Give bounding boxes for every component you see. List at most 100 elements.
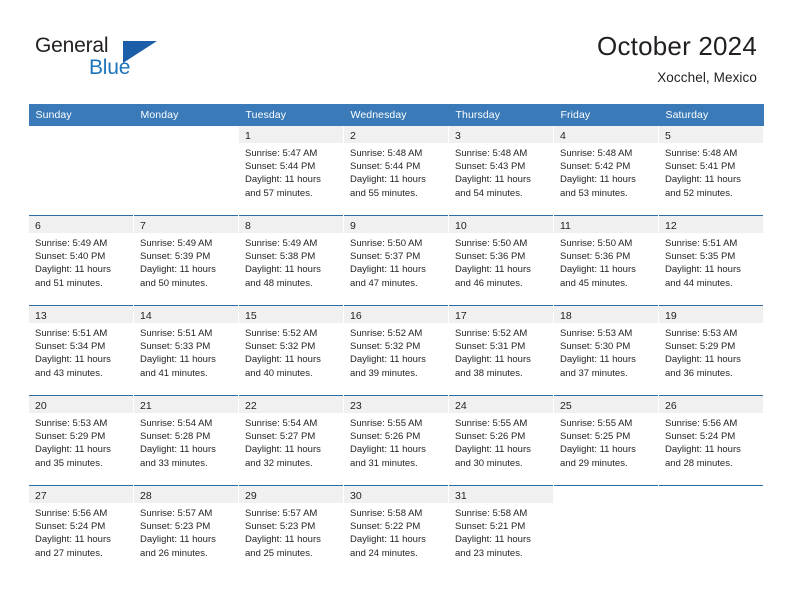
calendar-day-cell[interactable]: 4 Sunrise: 5:48 AM Sunset: 5:42 PM Daylight… [553,126,659,216]
sunrise-time: Sunrise: 5:58 AM [350,508,423,519]
sunset-time: Sunset: 5:44 PM [350,161,421,173]
daylight-duration-line2: and 41 minutes. [140,367,208,379]
sunset-time: Sunset: 5:26 PM [455,431,526,443]
calendar-day-cell[interactable]: 2 Sunrise: 5:48 AM Sunset: 5:44 PM Daylight… [343,126,449,216]
daylight-duration-line2: and 33 minutes. [140,457,208,469]
sunset-time: Sunset: 5:29 PM [665,341,736,353]
calendar-day-cell[interactable]: 12 Sunrise: 5:51 AM Sunset: 5:35 PM Dayligh… [658,215,764,306]
calendar-day-cell[interactable]: 13 Sunrise: 5:51 AM Sunset: 5:34 PM Dayligh… [28,305,134,396]
calendar-day-cell[interactable]: 17 Sunrise: 5:52 AM Sunset: 5:31 PM Dayligh… [448,305,554,396]
calendar-table: Sunday Monday Tuesday Wednesday Thursday… [28,104,764,575]
sunrise-time: Sunrise: 5:51 AM [140,328,213,339]
day-number-band: 26 [659,396,763,413]
daylight-duration-line1: Daylight: 11 hours [35,534,111,546]
daylight-duration-line2: and 43 minutes. [35,367,103,379]
day-cell-content: 28 Sunrise: 5:57 AM Sunset: 5:23 PM Dayligh… [134,486,238,575]
daylight-duration-line1: Daylight: 11 hours [140,534,216,546]
calendar-day-cell[interactable]: 24 Sunrise: 5:55 AM Sunset: 5:26 PM Dayligh… [448,395,554,486]
sunrise-time: Sunrise: 5:55 AM [350,418,423,429]
general-blue-logo[interactable]: General Blue [35,34,215,86]
day-number: 28 [140,490,152,502]
day-number-band [659,486,763,503]
sunrise-time: Sunrise: 5:48 AM [455,148,528,159]
day-number-band [134,126,238,143]
day-number: 27 [35,490,47,502]
day-cell-content: 26 Sunrise: 5:56 AM Sunset: 5:24 PM Dayligh… [659,396,763,485]
day-sun-info: Sunrise: 5:50 AM Sunset: 5:36 PM Daylight:… [554,233,658,290]
calendar-day-cell[interactable]: 1 Sunrise: 5:47 AM Sunset: 5:44 PM Daylight… [238,126,344,216]
sunset-time: Sunset: 5:35 PM [665,251,736,263]
sunset-time: Sunset: 5:36 PM [455,251,526,263]
sunrise-time: Sunrise: 5:55 AM [560,418,633,429]
day-number: 14 [140,310,152,322]
day-sun-info: Sunrise: 5:48 AM Sunset: 5:43 PM Daylight:… [449,143,553,200]
day-number-band: 31 [449,486,553,503]
day-number-band: 24 [449,396,553,413]
day-sun-info: Sunrise: 5:56 AM Sunset: 5:24 PM Daylight:… [29,503,133,560]
sunset-time: Sunset: 5:43 PM [455,161,526,173]
calendar-day-cell[interactable]: 18 Sunrise: 5:53 AM Sunset: 5:30 PM Dayligh… [553,305,659,396]
calendar-day-cell[interactable]: 14 Sunrise: 5:51 AM Sunset: 5:33 PM Dayligh… [133,305,239,396]
calendar-day-cell[interactable]: 6 Sunrise: 5:49 AM Sunset: 5:40 PM Daylight… [28,215,134,306]
sunset-time: Sunset: 5:24 PM [35,521,106,533]
day-cell-content: 1 Sunrise: 5:47 AM Sunset: 5:44 PM Daylight… [239,126,343,215]
calendar-day-cell[interactable]: 22 Sunrise: 5:54 AM Sunset: 5:27 PM Dayligh… [238,395,344,486]
sunset-time: Sunset: 5:39 PM [140,251,211,263]
calendar-day-cell[interactable]: 8 Sunrise: 5:49 AM Sunset: 5:38 PM Daylight… [238,215,344,306]
sunrise-time: Sunrise: 5:57 AM [245,508,318,519]
sunrise-time: Sunrise: 5:52 AM [350,328,423,339]
calendar-week-row: 27 Sunrise: 5:56 AM Sunset: 5:24 PM Dayligh… [28,485,764,575]
day-cell-content: 29 Sunrise: 5:57 AM Sunset: 5:23 PM Dayligh… [239,486,343,575]
daylight-duration-line1: Daylight: 11 hours [560,174,636,186]
day-cell-content [134,126,238,215]
day-number: 24 [455,400,467,412]
sunrise-time: Sunrise: 5:55 AM [455,418,528,429]
daylight-duration-line1: Daylight: 11 hours [140,444,216,456]
day-number: 2 [350,130,356,142]
calendar-day-cell [133,126,239,216]
day-number-band: 15 [239,306,343,323]
calendar-day-cell[interactable]: 28 Sunrise: 5:57 AM Sunset: 5:23 PM Dayligh… [133,485,239,575]
calendar-day-cell[interactable]: 31 Sunrise: 5:58 AM Sunset: 5:21 PM Dayligh… [448,485,554,575]
sunset-time: Sunset: 5:41 PM [665,161,736,173]
day-number: 21 [140,400,152,412]
calendar-day-cell[interactable]: 10 Sunrise: 5:50 AM Sunset: 5:36 PM Dayligh… [448,215,554,306]
daylight-duration-line2: and 47 minutes. [350,277,418,289]
sunrise-time: Sunrise: 5:51 AM [35,328,108,339]
day-sun-info: Sunrise: 5:55 AM Sunset: 5:26 PM Daylight:… [449,413,553,470]
calendar-week-row: 6 Sunrise: 5:49 AM Sunset: 5:40 PM Daylight… [28,215,764,306]
sunrise-time: Sunrise: 5:57 AM [140,508,213,519]
weekday-header-tuesday: Tuesday [238,104,344,126]
sunrise-time: Sunrise: 5:52 AM [455,328,528,339]
daylight-duration-line2: and 28 minutes. [665,457,733,469]
calendar-day-cell[interactable]: 19 Sunrise: 5:53 AM Sunset: 5:29 PM Dayligh… [658,305,764,396]
calendar-day-cell[interactable]: 9 Sunrise: 5:50 AM Sunset: 5:37 PM Daylight… [343,215,449,306]
calendar-day-cell[interactable]: 30 Sunrise: 5:58 AM Sunset: 5:22 PM Dayligh… [343,485,449,575]
calendar-day-cell[interactable]: 29 Sunrise: 5:57 AM Sunset: 5:23 PM Dayligh… [238,485,344,575]
day-number: 23 [350,400,362,412]
sunrise-time: Sunrise: 5:50 AM [350,238,423,249]
calendar-day-cell[interactable]: 21 Sunrise: 5:54 AM Sunset: 5:28 PM Dayligh… [133,395,239,486]
day-number: 29 [245,490,257,502]
daylight-duration-line1: Daylight: 11 hours [35,444,111,456]
calendar-day-cell[interactable]: 26 Sunrise: 5:56 AM Sunset: 5:24 PM Dayligh… [658,395,764,486]
calendar-day-cell[interactable]: 20 Sunrise: 5:53 AM Sunset: 5:29 PM Dayligh… [28,395,134,486]
calendar-day-cell[interactable]: 15 Sunrise: 5:52 AM Sunset: 5:32 PM Dayligh… [238,305,344,396]
calendar-day-cell[interactable]: 7 Sunrise: 5:49 AM Sunset: 5:39 PM Daylight… [133,215,239,306]
calendar-day-cell[interactable]: 11 Sunrise: 5:50 AM Sunset: 5:36 PM Dayligh… [553,215,659,306]
day-sun-info: Sunrise: 5:50 AM Sunset: 5:37 PM Daylight:… [344,233,448,290]
daylight-duration-line1: Daylight: 11 hours [455,534,531,546]
calendar-day-cell[interactable]: 27 Sunrise: 5:56 AM Sunset: 5:24 PM Dayligh… [28,485,134,575]
calendar-day-cell [553,485,659,575]
calendar-day-cell[interactable]: 3 Sunrise: 5:48 AM Sunset: 5:43 PM Daylight… [448,126,554,216]
daylight-duration-line1: Daylight: 11 hours [245,264,321,276]
day-sun-info: Sunrise: 5:53 AM Sunset: 5:29 PM Daylight:… [659,323,763,380]
sunrise-time: Sunrise: 5:48 AM [560,148,633,159]
day-sun-info: Sunrise: 5:57 AM Sunset: 5:23 PM Daylight:… [134,503,238,560]
calendar-day-cell[interactable]: 16 Sunrise: 5:52 AM Sunset: 5:32 PM Dayligh… [343,305,449,396]
calendar-day-cell[interactable]: 23 Sunrise: 5:55 AM Sunset: 5:26 PM Dayligh… [343,395,449,486]
calendar-week-row: 13 Sunrise: 5:51 AM Sunset: 5:34 PM Dayligh… [28,305,764,396]
calendar-day-cell[interactable]: 25 Sunrise: 5:55 AM Sunset: 5:25 PM Dayligh… [553,395,659,486]
day-cell-content [554,486,658,575]
calendar-day-cell[interactable]: 5 Sunrise: 5:48 AM Sunset: 5:41 PM Daylight… [658,126,764,216]
